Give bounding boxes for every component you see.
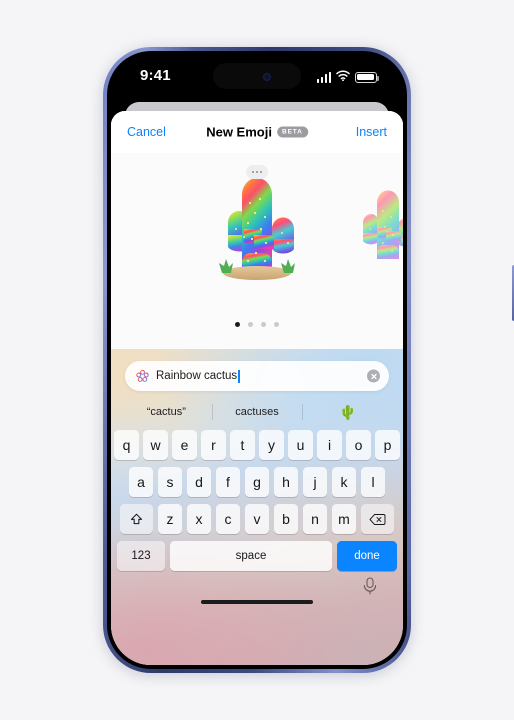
ellipsis-icon[interactable] bbox=[246, 165, 268, 179]
status-bar-indicators bbox=[316, 68, 379, 86]
new-emoji-sheet: Cancel New Emoji BETA Insert Rainbow cac… bbox=[111, 111, 403, 665]
cancel-button[interactable]: Cancel bbox=[127, 125, 166, 139]
key-i[interactable]: i bbox=[317, 430, 342, 460]
predictive-suggestion-bar: “cactus” cactuses 🌵 bbox=[111, 398, 403, 426]
search-container: Rainbow cactus bbox=[111, 349, 403, 391]
key-k[interactable]: k bbox=[331, 467, 357, 497]
key-h[interactable]: h bbox=[273, 467, 299, 497]
key-x[interactable]: x bbox=[186, 504, 212, 534]
shift-arrow-icon[interactable] bbox=[120, 504, 154, 534]
insert-button[interactable]: Insert bbox=[356, 125, 387, 139]
search-input-text: Rainbow cactus bbox=[156, 370, 238, 382]
home-indicator[interactable] bbox=[201, 600, 313, 604]
keyboard-row-2: a s d f g h j k l bbox=[114, 467, 400, 497]
key-e[interactable]: e bbox=[172, 430, 197, 460]
key-s[interactable]: s bbox=[157, 467, 183, 497]
key-d[interactable]: d bbox=[186, 467, 212, 497]
phone-frame: 9:41 Cancel New Emoji BETA Insert Rainbo… bbox=[103, 47, 514, 673]
keyboard-bottom-bar bbox=[114, 571, 400, 611]
page-indicator[interactable] bbox=[235, 322, 279, 327]
key-a[interactable]: a bbox=[128, 467, 154, 497]
keyboard-region: Rainbow cactus “cactus” cactuses 🌵 q w e… bbox=[111, 349, 403, 665]
key-j[interactable]: j bbox=[302, 467, 328, 497]
key-o[interactable]: o bbox=[346, 430, 371, 460]
key-c[interactable]: c bbox=[215, 504, 241, 534]
page-dot-3[interactable] bbox=[261, 322, 266, 327]
microphone-icon[interactable] bbox=[362, 577, 378, 595]
page-dot-1[interactable] bbox=[235, 322, 240, 327]
done-button[interactable]: done bbox=[337, 541, 397, 571]
text-cursor bbox=[238, 369, 240, 383]
screenshot-stage: 9:41 Cancel New Emoji BETA Insert Rainbo… bbox=[0, 0, 514, 720]
battery-icon bbox=[355, 71, 379, 83]
key-q[interactable]: q bbox=[114, 430, 139, 460]
key-m[interactable]: m bbox=[331, 504, 357, 534]
wifi-icon bbox=[336, 68, 350, 86]
page-dot-4[interactable] bbox=[274, 322, 279, 327]
status-bar: 9:41 bbox=[111, 55, 403, 101]
key-t[interactable]: t bbox=[230, 430, 255, 460]
key-f[interactable]: f bbox=[215, 467, 241, 497]
phone-screen: 9:41 Cancel New Emoji BETA Insert Rainbo… bbox=[111, 55, 403, 665]
suggestion-quoted[interactable]: “cactus” bbox=[121, 398, 212, 426]
suggestion-emoji[interactable]: 🌵 bbox=[302, 398, 393, 426]
page-title: New Emoji bbox=[206, 124, 272, 140]
emoji-description-field[interactable]: Rainbow cactus bbox=[125, 361, 389, 391]
rainbow-cactus-alt-emoji[interactable] bbox=[349, 187, 403, 267]
backspace-icon[interactable] bbox=[360, 504, 394, 534]
key-u[interactable]: u bbox=[288, 430, 313, 460]
numeric-keyboard-button[interactable]: 123 bbox=[117, 541, 165, 571]
key-l[interactable]: l bbox=[360, 467, 386, 497]
page-dot-2[interactable] bbox=[248, 322, 253, 327]
key-p[interactable]: p bbox=[375, 430, 400, 460]
space-key[interactable]: space bbox=[170, 541, 332, 571]
key-r[interactable]: r bbox=[201, 430, 226, 460]
clear-circle-icon[interactable] bbox=[367, 369, 380, 383]
keyboard-row-3: z x c v b n m bbox=[114, 504, 400, 534]
keyboard-row-1: q w e r t y u i o p bbox=[114, 430, 400, 460]
sheet-navigation-bar: Cancel New Emoji BETA Insert bbox=[111, 111, 403, 153]
key-y[interactable]: y bbox=[259, 430, 284, 460]
apple-intelligence-icon bbox=[136, 369, 149, 382]
key-n[interactable]: n bbox=[302, 504, 328, 534]
emoji-preview-canvas[interactable] bbox=[111, 153, 403, 349]
key-g[interactable]: g bbox=[244, 467, 270, 497]
virtual-keyboard: q w e r t y u i o p a s d f g h j k l z … bbox=[111, 426, 403, 611]
key-w[interactable]: w bbox=[143, 430, 168, 460]
search-input-value[interactable]: Rainbow cactus bbox=[156, 369, 240, 383]
key-b[interactable]: b bbox=[273, 504, 299, 534]
phone-bezel: 9:41 Cancel New Emoji BETA Insert Rainbo… bbox=[107, 51, 407, 669]
key-v[interactable]: v bbox=[244, 504, 270, 534]
status-bar-time: 9:41 bbox=[140, 67, 171, 84]
sheet-title-group: New Emoji BETA bbox=[206, 125, 308, 140]
keyboard-row-4: 123 space done bbox=[114, 541, 400, 571]
rainbow-cactus-emoji[interactable] bbox=[198, 169, 316, 285]
key-z[interactable]: z bbox=[157, 504, 183, 534]
cellular-bars-icon bbox=[316, 71, 331, 83]
suggestion-plural[interactable]: cactuses bbox=[211, 398, 303, 426]
dynamic-island bbox=[213, 63, 301, 89]
front-camera bbox=[263, 73, 271, 81]
beta-badge: BETA bbox=[276, 126, 308, 138]
